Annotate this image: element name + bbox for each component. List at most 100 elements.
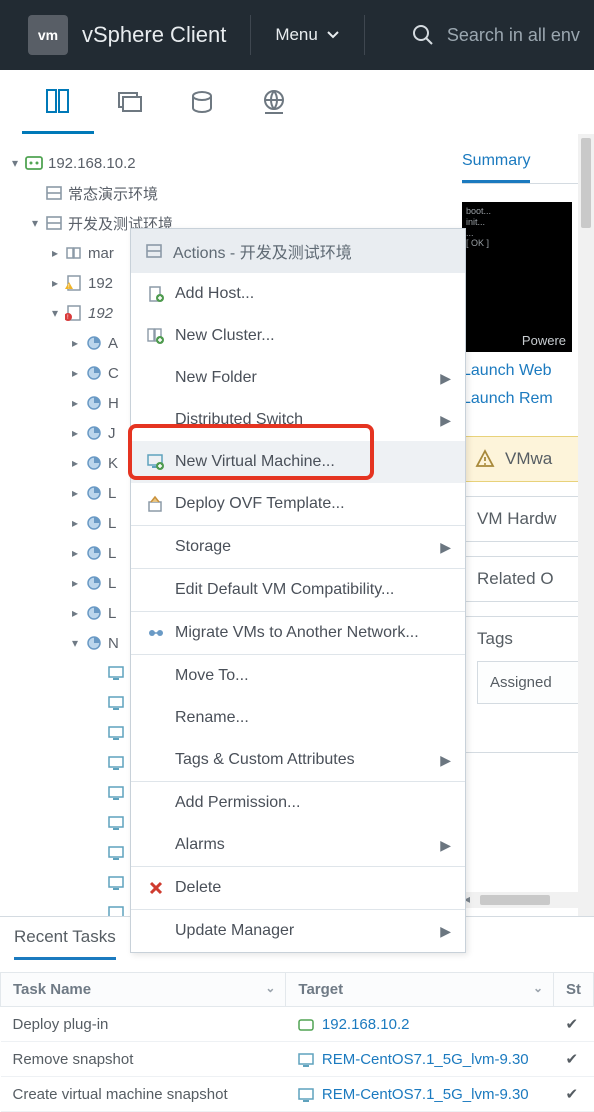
submenu-arrow-icon: ▶ (440, 539, 451, 556)
nav-vms-templates[interactable] (94, 89, 166, 115)
menu-rename[interactable]: Rename... (131, 697, 465, 739)
col-target[interactable]: Target⌄ (286, 973, 554, 1007)
vm-hardware-card[interactable]: VM Hardw (462, 496, 594, 542)
search-area[interactable]: Search in all env (411, 23, 580, 47)
tree-label: 192.168.10.2 (48, 155, 136, 172)
caret-right-icon[interactable]: ▸ (66, 396, 84, 410)
tree-label: 192 (88, 275, 113, 292)
task-target[interactable]: REM-CentOS7.1_5G_lvm-9.30 (286, 1077, 554, 1112)
horizontal-scrollbar[interactable]: ◂ (460, 892, 594, 908)
related-objects-card[interactable]: Related O (462, 556, 594, 602)
new-cluster-icon (145, 327, 167, 345)
menu-alarms[interactable]: Alarms ▶ (131, 824, 465, 866)
resourcepool-icon (84, 365, 104, 381)
menu-new-virtual-machine[interactable]: New Virtual Machine... (131, 441, 465, 483)
menu-label: Menu (275, 25, 318, 45)
context-menu-header: Actions - 开发及测试环境 (131, 229, 465, 273)
nav-storage[interactable] (166, 89, 238, 115)
caret-down-icon[interactable]: ▾ (6, 156, 24, 170)
menu-add-host[interactable]: Add Host... (131, 273, 465, 315)
nav-hosts-clusters[interactable] (22, 70, 94, 134)
task-status: ✔ (554, 1007, 594, 1042)
caret-right-icon[interactable]: ▸ (66, 366, 84, 380)
nav-networking[interactable] (238, 89, 310, 115)
delete-icon (145, 880, 167, 896)
alert-text: VMwa (505, 449, 552, 469)
resourcepool-icon (84, 635, 104, 651)
menu-move-to[interactable]: Move To... (131, 655, 465, 697)
datacenter-icon (44, 215, 64, 231)
col-task-name[interactable]: Task Name⌄ (1, 973, 286, 1007)
caret-right-icon[interactable]: ▸ (66, 486, 84, 500)
menu-new-folder[interactable]: New Folder ▶ (131, 357, 465, 399)
menu-add-permission[interactable]: Add Permission... (131, 782, 465, 824)
caret-right-icon[interactable]: ▸ (66, 456, 84, 470)
submenu-arrow-icon: ▶ (440, 923, 451, 940)
task-row[interactable]: Create virtual machine snapshot REM-Cent… (1, 1077, 594, 1112)
console-thumbnail[interactable]: boot...init......[ OK ] Powere (462, 202, 572, 352)
vm-icon (106, 846, 126, 860)
new-vm-icon (145, 453, 167, 471)
menu-storage[interactable]: Storage ▶ (131, 526, 465, 568)
scroll-thumb[interactable] (581, 138, 591, 228)
vmware-logo: vm (28, 15, 68, 55)
menu-button[interactable]: Menu (275, 25, 340, 45)
vm-icon (106, 666, 126, 680)
menu-new-cluster[interactable]: New Cluster... (131, 315, 465, 357)
caret-right-icon[interactable]: ▸ (66, 576, 84, 590)
host-warning-icon: ! (64, 275, 84, 291)
vm-icon (106, 906, 126, 916)
vm-icon (298, 1053, 316, 1067)
menu-tags-attrs[interactable]: Tags & Custom Attributes ▶ (131, 739, 465, 781)
caret-right-icon[interactable]: ▸ (66, 546, 84, 560)
scroll-thumb[interactable] (480, 895, 550, 905)
tree-label: J (108, 425, 116, 442)
storage-icon (189, 89, 215, 115)
vmware-tools-alert: VMwa (462, 436, 594, 482)
chevron-down-icon[interactable]: ⌄ (265, 981, 275, 995)
menu-delete[interactable]: Delete (131, 867, 465, 909)
tree-datacenter[interactable]: 常态演示环境 (0, 178, 452, 208)
tree-label: mar (88, 245, 114, 262)
context-menu-title: Actions - 开发及测试环境 (173, 239, 352, 263)
tab-summary[interactable]: Summary (462, 146, 530, 183)
tree-root[interactable]: ▾ 192.168.10.2 (0, 148, 452, 178)
caret-down-icon[interactable]: ▾ (46, 306, 64, 320)
divider (250, 15, 251, 55)
task-target[interactable]: REM-CentOS7.1_5G_lvm-9.30 (286, 1042, 554, 1077)
col-status[interactable]: St (554, 973, 594, 1007)
task-row[interactable]: Deploy plug-in 192.168.10.2 ✔ (1, 1007, 594, 1042)
tree-label: 常态演示环境 (68, 183, 158, 204)
caret-right-icon[interactable]: ▸ (46, 246, 64, 260)
vm-icon (106, 786, 126, 800)
vcenter-icon (298, 1018, 316, 1032)
caret-down-icon[interactable]: ▾ (26, 216, 44, 230)
resourcepool-icon (84, 485, 104, 501)
submenu-arrow-icon: ▶ (440, 837, 451, 854)
caret-right-icon[interactable]: ▸ (66, 516, 84, 530)
caret-right-icon[interactable]: ▸ (66, 336, 84, 350)
menu-deploy-ovf[interactable]: Deploy OVF Template... (131, 483, 465, 525)
resourcepool-icon (84, 455, 104, 471)
app-header: vm vSphere Client Menu Search in all env (0, 0, 594, 70)
launch-web-console-link[interactable]: Launch Web (462, 362, 594, 380)
task-name: Deploy plug-in (1, 1007, 286, 1042)
menu-distributed-switch[interactable]: Distributed Switch ▶ (131, 399, 465, 441)
menu-update-manager[interactable]: Update Manager ▶ (131, 910, 465, 952)
menu-migrate-vms[interactable]: Migrate VMs to Another Network... (131, 612, 465, 654)
resourcepool-icon (84, 575, 104, 591)
tree-label: L (108, 605, 116, 622)
caret-right-icon[interactable]: ▸ (66, 426, 84, 440)
caret-down-icon[interactable]: ▾ (66, 636, 84, 650)
launch-remote-console-link[interactable]: Launch Rem (462, 390, 594, 408)
task-row[interactable]: Remove snapshot REM-CentOS7.1_5G_lvm-9.3… (1, 1042, 594, 1077)
task-target[interactable]: 192.168.10.2 (286, 1007, 554, 1042)
chevron-down-icon[interactable]: ⌄ (533, 981, 543, 995)
tabs: Summary (462, 146, 594, 184)
search-icon (411, 23, 435, 47)
resourcepool-icon (84, 605, 104, 621)
menu-edit-compat[interactable]: Edit Default VM Compatibility... (131, 569, 465, 611)
caret-right-icon[interactable]: ▸ (66, 606, 84, 620)
caret-right-icon[interactable]: ▸ (46, 276, 64, 290)
vertical-scrollbar[interactable] (578, 134, 594, 916)
